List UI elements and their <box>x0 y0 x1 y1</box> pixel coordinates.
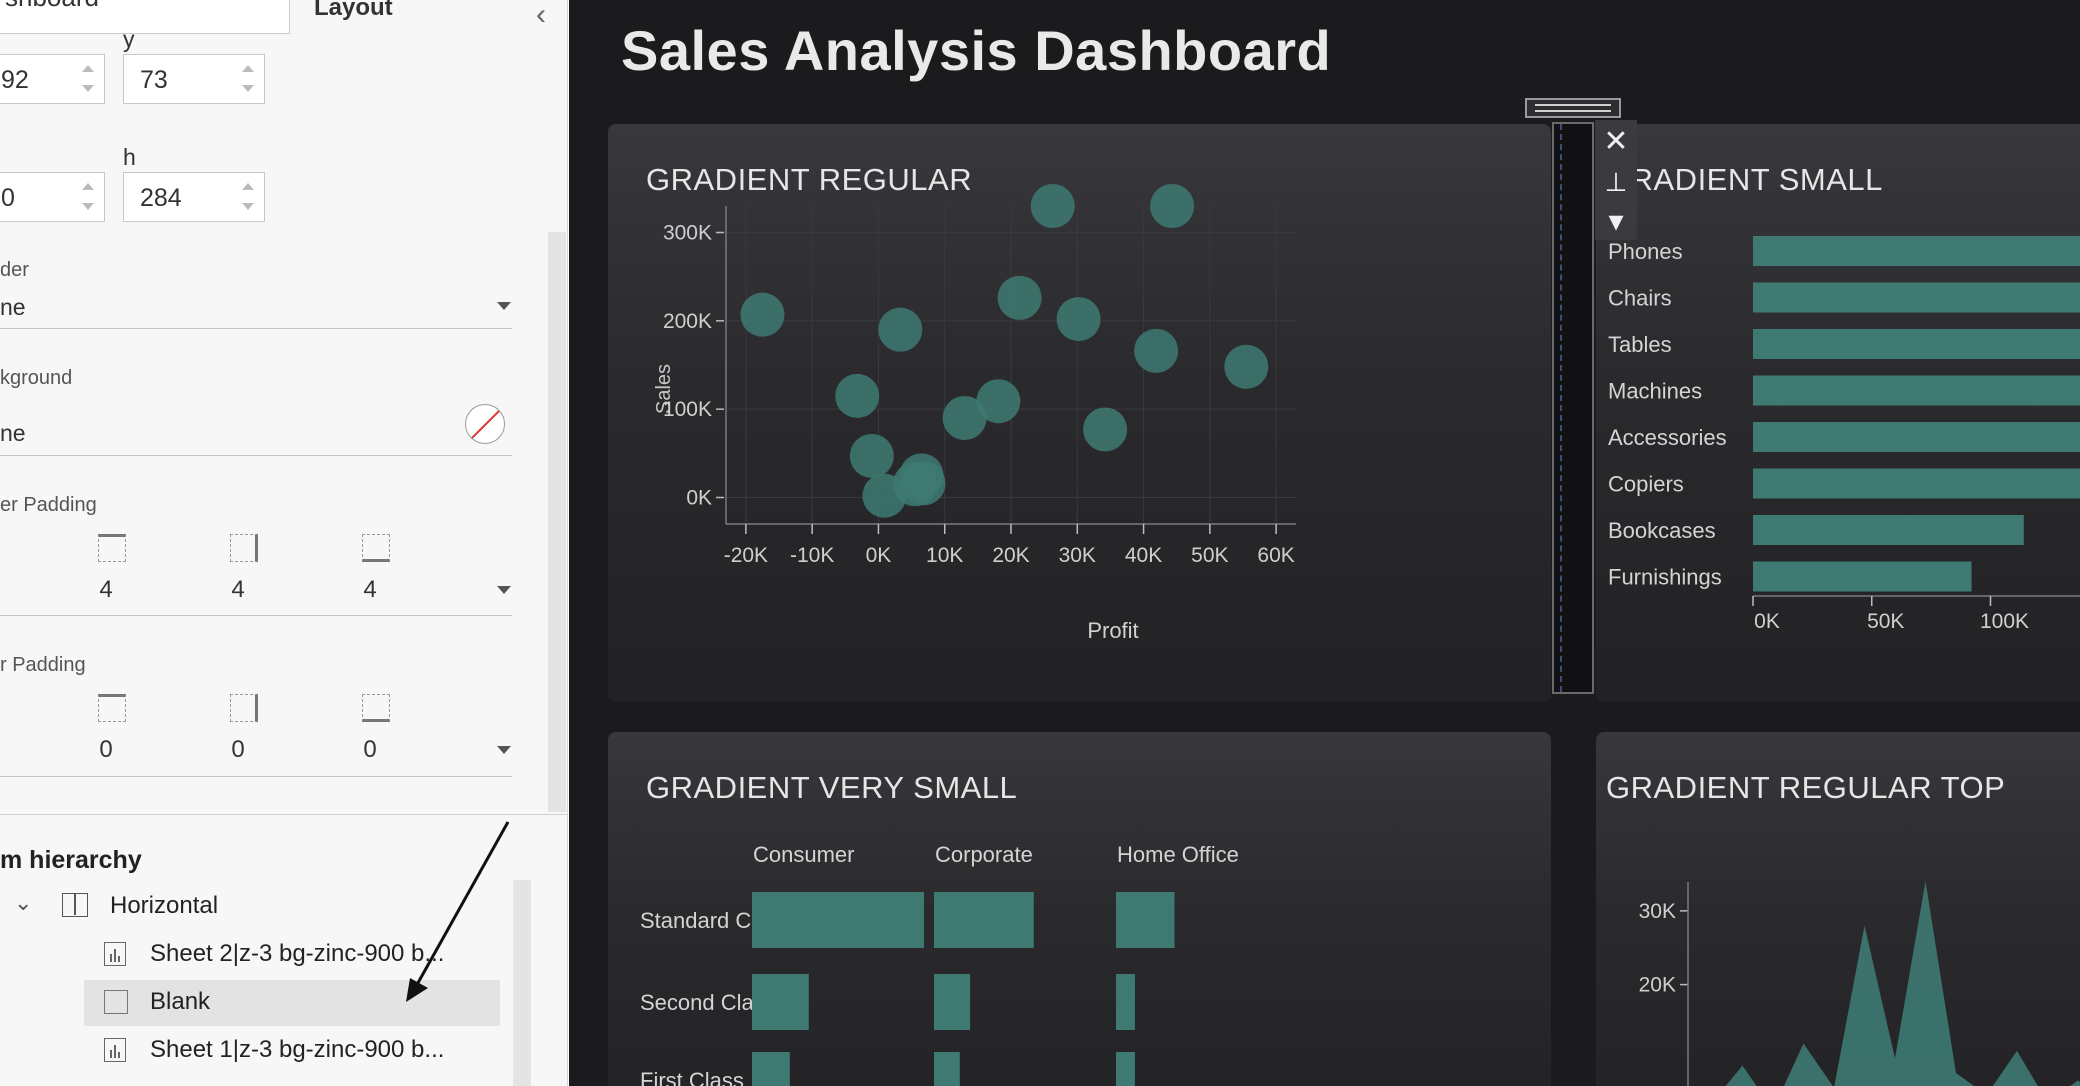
scatter-point[interactable] <box>901 461 946 506</box>
x-tick-label: 100K <box>1980 610 2029 633</box>
bar-chart: Phones Chairs Tables Machines Accessories Cop… <box>1608 236 2080 633</box>
dashboard-title: Sales Analysis Dashboard <box>621 19 1332 82</box>
bar[interactable] <box>1116 892 1175 948</box>
y-tick-label: 20K <box>1639 974 1676 997</box>
bar[interactable] <box>752 1052 790 1086</box>
card-gradient-small[interactable]: GRADIENT SMALL Phones Chairs Tables Machine… <box>1596 124 2080 702</box>
category-label: Tables <box>1608 332 1672 357</box>
bar[interactable] <box>1753 329 2080 359</box>
pin-icon[interactable]: ⊥ <box>1595 162 1637 202</box>
y-tick-label: 200K <box>663 310 712 333</box>
card-gradient-regular-top[interactable]: GRADIENT REGULAR TOP 30K 20K <box>1596 732 2080 1086</box>
bar[interactable] <box>1753 375 2080 406</box>
object-toolbar: ✕ ⊥ ▾ <box>1595 120 1637 240</box>
x-tick-label: -10K <box>790 544 834 567</box>
bar[interactable] <box>1116 1052 1135 1086</box>
card-gradient-very-small[interactable]: GRADIENT VERY SMALL Consumer Corporate Hom… <box>608 732 1551 1086</box>
bar[interactable] <box>934 1052 960 1086</box>
bar[interactable] <box>1116 974 1135 1030</box>
drag-handle-icon[interactable] <box>1525 98 1621 118</box>
bar[interactable] <box>1753 282 2080 313</box>
dashboard-canvas: Sales Analysis Dashboard GRADIENT REGULA… <box>569 0 2080 1086</box>
column-header: Corporate <box>935 842 1033 867</box>
y-tick-label: 0K <box>686 487 712 510</box>
scatter-point[interactable] <box>740 292 785 337</box>
row-label: First Class <box>640 1068 744 1086</box>
x-tick-label: 30K <box>1059 544 1096 567</box>
bar[interactable] <box>1753 468 2080 499</box>
category-label: Furnishings <box>1608 565 1722 590</box>
column-header: Home Office <box>1117 842 1239 867</box>
bar[interactable] <box>934 892 1034 948</box>
bar[interactable] <box>1753 515 2024 545</box>
scatter-point[interactable] <box>1030 184 1075 228</box>
scatter-point[interactable] <box>849 433 894 478</box>
bar[interactable] <box>752 892 924 948</box>
bar[interactable] <box>1753 422 2080 452</box>
scatter-point[interactable] <box>1150 184 1195 228</box>
close-icon[interactable]: ✕ <box>1595 122 1637 162</box>
column-header: Consumer <box>753 842 854 867</box>
scatter-point[interactable] <box>1224 344 1269 389</box>
annotation-arrow-icon <box>406 821 510 1002</box>
area-chart: 30K 20K <box>1639 881 2080 1086</box>
card-gradient-regular[interactable]: GRADIENT REGULAR Sales Profit -20K -10K 0K… <box>608 124 1551 702</box>
scatter-point[interactable] <box>878 307 923 352</box>
x-tick-label: 40K <box>1125 544 1162 567</box>
y-tick-label: 30K <box>1639 900 1676 923</box>
scatter-point[interactable] <box>1134 328 1179 373</box>
area-series[interactable] <box>1712 881 2080 1086</box>
scatter-point[interactable] <box>835 373 880 418</box>
x-tick-label: 50K <box>1867 610 1904 633</box>
category-label: Bookcases <box>1608 518 1716 543</box>
x-tick-label: 0K <box>1754 610 1780 633</box>
layout-panel: shboard Layout ‹ y 92 73 h 0 284 der ne … <box>0 0 568 1086</box>
x-tick-label: 60K <box>1257 544 1294 567</box>
y-tick-label: 300K <box>663 222 712 245</box>
category-label: Chairs <box>1608 286 1672 311</box>
scatter-point[interactable] <box>1083 407 1128 452</box>
category-label: Copiers <box>1608 472 1684 497</box>
more-options-icon[interactable]: ▾ <box>1595 202 1637 242</box>
bar[interactable] <box>934 974 971 1030</box>
y-tick-label: 100K <box>663 398 712 421</box>
x-tick-label: 50K <box>1191 544 1228 567</box>
x-tick-label: 20K <box>992 544 1029 567</box>
blank-object-selection-frame[interactable] <box>1552 122 1594 694</box>
bar[interactable] <box>1753 236 2080 266</box>
bar[interactable] <box>752 974 809 1030</box>
scatter-chart: Sales Profit -20K -10K 0K 10K 20K 30K 40K 50K 60… <box>653 184 1296 643</box>
x-tick-label: 10K <box>926 544 963 567</box>
category-label: Machines <box>1608 379 1702 404</box>
scatter-point[interactable] <box>1056 297 1101 342</box>
category-label: Phones <box>1608 239 1683 264</box>
bar[interactable] <box>1753 561 1972 592</box>
x-axis-label: Profit <box>1087 618 1138 643</box>
x-tick-label: 0K <box>866 544 892 567</box>
category-label: Accessories <box>1608 425 1727 450</box>
bar-matrix-chart: Consumer Corporate Home OfficeStandard Cla… <box>640 842 1239 1086</box>
scatter-point[interactable] <box>976 379 1021 424</box>
x-tick-label: -20K <box>724 544 768 567</box>
scatter-point[interactable] <box>997 275 1042 320</box>
